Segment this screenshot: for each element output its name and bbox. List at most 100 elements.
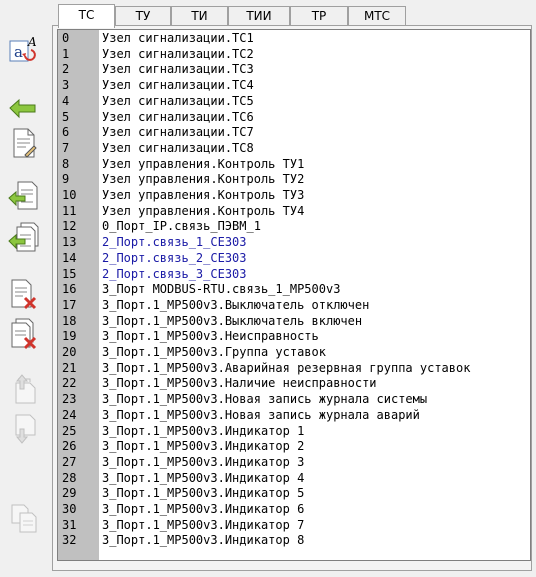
document-delete-multiple-icon[interactable] [8,318,40,350]
list-item[interactable]: 25 3_Порт.1_MP500v3.Индикатор 1 [58,424,530,440]
row-label: Узел сигнализации.ТС7 [102,125,254,140]
list-item[interactable]: 9 Узел управления.Контроль ТУ2 [58,172,530,188]
list-item[interactable]: 4 Узел сигнализации.ТС5 [58,94,530,110]
row-label: Узел управления.Контроль ТУ2 [102,172,305,187]
move-up-icon[interactable] [8,373,40,405]
row-index: 3 [62,78,70,93]
list-item[interactable]: 0 Узел сигнализации.ТС1 [58,31,530,47]
row-index: 16 [62,282,77,297]
list-item[interactable]: 12 0_Порт_IP.связь_ПЭВМ_1 [58,219,530,235]
row-label: Узел сигнализации.ТС2 [102,46,254,61]
document-import-multiple-icon[interactable] [8,222,40,254]
list-item[interactable]: 15 2_Порт.связь_3_CE303 [58,267,530,283]
row-index: 9 [62,172,70,187]
rename-text-icon[interactable]: a A [8,34,40,66]
list-item[interactable]: 11 Узел управления.Контроль ТУ4 [58,204,530,220]
row-label: 3_Порт.1_MP500v3.Индикатор 1 [102,423,305,438]
list-item[interactable]: 7 Узел сигнализации.ТС8 [58,141,530,157]
row-index: 8 [62,156,70,171]
svg-text:a: a [14,43,23,61]
tab-ts[interactable]: ТС [58,4,115,28]
list-item[interactable]: 5 Узел сигнализации.ТС6 [58,110,530,126]
list-item[interactable]: 32 3_Порт.1_MP500v3.Индикатор 8 [58,533,530,549]
row-index: 19 [62,329,77,344]
svg-text:A: A [27,35,37,49]
tab-mts[interactable]: МТС [348,6,406,26]
list-item[interactable]: 17 3_Порт.1_MP500v3.Выключатель отключен [58,298,530,314]
tab-ti[interactable]: ТИ [171,6,228,26]
row-label: 2_Порт.связь_3_CE303 [102,266,247,281]
tab-tr[interactable]: ТР [290,6,348,26]
row-index: 25 [62,423,77,438]
document-import-icon[interactable] [8,180,40,212]
list-item[interactable]: 20 3_Порт.1_MP500v3.Группа уставок [58,345,530,361]
row-label: Узел сигнализации.ТС6 [102,109,254,124]
list-item[interactable]: 30 3_Порт.1_MP500v3.Индикатор 6 [58,502,530,518]
row-index: 29 [62,486,77,501]
row-index: 0 [62,31,70,45]
list-item[interactable]: 23 3_Порт.1_MP500v3.Новая запись журнала … [58,392,530,408]
row-index: 26 [62,439,77,454]
row-label: Узел сигнализации.ТС5 [102,93,254,108]
row-index: 15 [62,266,77,281]
row-index: 31 [62,517,77,532]
row-index: 24 [62,407,77,422]
list-item[interactable]: 28 3_Порт.1_MP500v3.Индикатор 4 [58,471,530,487]
row-index: 20 [62,345,77,359]
move-down-icon[interactable] [8,413,40,445]
arrow-left-icon[interactable] [8,95,40,127]
list-item[interactable]: 27 3_Порт.1_MP500v3.Индикатор 3 [58,455,530,471]
list-item[interactable]: 2 Узел сигнализации.ТС3 [58,62,530,78]
copy-document-icon[interactable] [8,502,40,534]
row-label: 3_Порт.1_MP500v3.Наличие неисправности [102,376,377,391]
list-item[interactable]: 31 3_Порт.1_MP500v3.Индикатор 7 [58,518,530,534]
row-label: Узел сигнализации.ТС4 [102,78,254,93]
list-item[interactable]: 26 3_Порт.1_MP500v3.Индикатор 2 [58,439,530,455]
tab-bar: ТС ТУ ТИ ТИИ ТР МТС [52,4,536,28]
signal-list[interactable]: 0 Узел сигнализации.ТС1 1 Узел сигнализации… [57,29,531,561]
row-index: 2 [62,62,70,77]
list-item[interactable]: 6 Узел сигнализации.ТС7 [58,125,530,141]
row-label: Узел сигнализации.ТС8 [102,140,254,155]
list-item[interactable]: 16 3_Порт MODBUS-RTU.связь_1_MP500v3 [58,282,530,298]
row-index: 22 [62,376,77,391]
list-item[interactable]: 29 3_Порт.1_MP500v3.Индикатор 5 [58,486,530,502]
row-label: 3_Порт MODBUS-RTU.связь_1_MP500v3 [102,282,341,297]
row-index: 28 [62,470,77,485]
tab-tu[interactable]: ТУ [115,6,171,26]
list-item[interactable]: 19 3_Порт.1_MP500v3.Неисправность [58,329,530,345]
row-label: Узел управления.Контроль ТУ3 [102,188,305,202]
row-index: 21 [62,360,77,375]
list-item[interactable]: 24 3_Порт.1_MP500v3.Новая запись журнала … [58,408,530,424]
row-label: 3_Порт.1_MP500v3.Новая запись журнала ав… [102,407,420,422]
list-item[interactable]: 8 Узел управления.Контроль ТУ1 [58,157,530,173]
row-index: 30 [62,502,77,516]
list-item[interactable]: 18 3_Порт.1_MP500v3.Выключатель включен [58,314,530,330]
tab-tii[interactable]: ТИИ [228,6,290,26]
row-label: 3_Порт.1_MP500v3.Индикатор 2 [102,439,305,454]
row-index: 17 [62,297,77,312]
row-index: 11 [62,203,77,218]
row-index: 7 [62,140,70,155]
list-item[interactable]: 13 2_Порт.связь_1_CE303 [58,235,530,251]
document-delete-icon[interactable] [8,278,40,310]
row-label: 3_Порт.1_MP500v3.Индикатор 7 [102,517,305,532]
row-label: 3_Порт.1_MP500v3.Индикатор 5 [102,486,305,501]
list-item[interactable]: 3 Узел сигнализации.ТС4 [58,78,530,94]
row-index: 18 [62,313,77,328]
row-label: 3_Порт.1_MP500v3.Индикатор 3 [102,454,305,469]
edit-document-icon[interactable] [8,127,40,159]
row-label: 3_Порт.1_MP500v3.Выключатель включен [102,313,363,328]
row-label: 3_Порт.1_MP500v3.Группа уставок [102,345,326,359]
row-index: 6 [62,125,70,140]
row-label: 3_Порт.1_MP500v3.Индикатор 8 [102,533,305,548]
row-index: 1 [62,46,70,61]
list-item[interactable]: 22 3_Порт.1_MP500v3.Наличие неисправности [58,376,530,392]
row-index: 10 [62,188,77,202]
list-item[interactable]: 14 2_Порт.связь_2_CE303 [58,251,530,267]
list-item[interactable]: 1 Узел сигнализации.ТС2 [58,47,530,63]
row-label: Узел управления.Контроль ТУ4 [102,203,305,218]
list-item[interactable]: 21 3_Порт.1_MP500v3.Аварийная резервная г… [58,361,530,377]
list-item[interactable]: 10 Узел управления.Контроль ТУ3 [58,188,530,204]
row-label: Узел сигнализации.ТС3 [102,62,254,77]
